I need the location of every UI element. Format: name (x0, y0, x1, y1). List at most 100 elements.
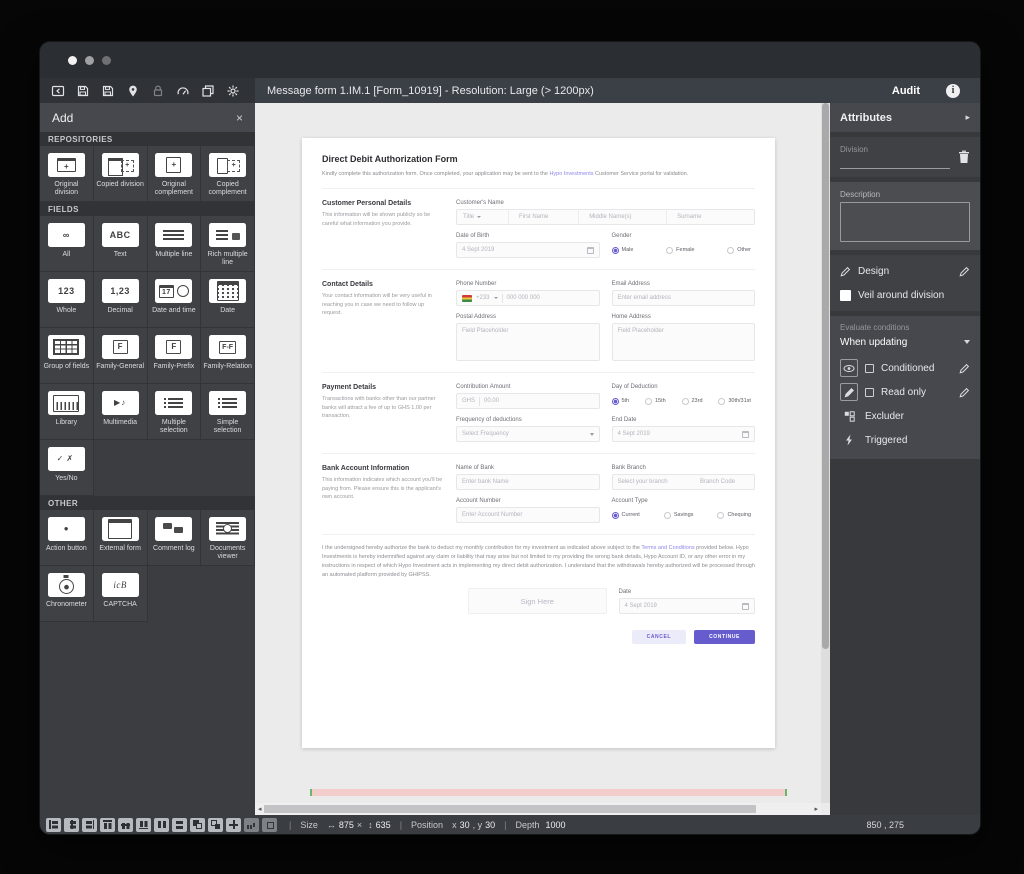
size-width-value[interactable]: 875 (339, 820, 354, 830)
info-icon[interactable]: i (946, 84, 960, 98)
align-bottom-icon[interactable] (136, 818, 151, 832)
align-right-icon[interactable] (82, 818, 97, 832)
radio-15th[interactable]: 15th (645, 398, 666, 405)
readonly-pencil-icon[interactable] (840, 383, 858, 401)
radio-chequing[interactable]: Chequing (717, 512, 751, 519)
tile-chronometer[interactable]: Chronometer (40, 566, 94, 622)
readonly-row[interactable]: Read only (840, 380, 970, 404)
edit-conditioned-icon[interactable] (959, 363, 970, 374)
window-close-button[interactable] (68, 56, 77, 65)
tile-external-form[interactable]: External form (94, 510, 148, 566)
veil-row[interactable]: Veil around division (840, 283, 970, 307)
tile-rich-multiple-line[interactable]: Rich multiple line (201, 216, 255, 272)
home-address-input[interactable]: Field Placeholder (612, 323, 756, 361)
performance-icon[interactable] (173, 81, 192, 100)
conditioned-row[interactable]: Conditioned (840, 356, 970, 380)
description-input[interactable] (840, 202, 970, 242)
edit-design-icon[interactable] (959, 266, 970, 277)
size-height-value[interactable]: 635 (376, 820, 391, 830)
veil-checkbox[interactable] (840, 290, 851, 301)
name-part-3[interactable]: Surname (671, 210, 754, 224)
tile-multiple-line[interactable]: Multiple line (148, 216, 202, 272)
radio-current[interactable]: Current (612, 512, 640, 519)
tile-multiple-selection[interactable]: Multiple selection (148, 384, 202, 440)
audit-button[interactable]: Audit (892, 85, 920, 97)
tile-copied-complement[interactable]: Copied complement (201, 146, 255, 202)
distribute-horizontal-icon[interactable] (154, 818, 169, 832)
triggered-row[interactable]: Triggered (840, 428, 970, 452)
scroll-right-arrow[interactable]: ▸ (814, 806, 818, 813)
edit-readonly-icon[interactable] (959, 387, 970, 398)
bring-to-front-icon[interactable] (190, 818, 205, 832)
continue-button[interactable]: CONTINUE (694, 630, 755, 644)
form-page[interactable]: Direct Debit Authorization Form Kindly c… (302, 138, 775, 748)
align-top-icon[interactable] (100, 818, 115, 832)
duplicate-icon[interactable] (198, 81, 217, 100)
excluder-row[interactable]: Excluder (840, 404, 970, 428)
depth-value[interactable]: 1000 (545, 820, 565, 830)
tile-family-relation[interactable]: F-FFamily-Relation (201, 328, 255, 384)
collapse-panel-icon[interactable]: ▸ (965, 112, 970, 123)
name-part-0[interactable]: Title (457, 210, 509, 224)
tile-multimedia[interactable]: ▶♪Multimedia (94, 384, 148, 440)
save-icon[interactable] (73, 81, 92, 100)
delete-division-icon[interactable] (958, 150, 970, 164)
align-center-icon[interactable] (64, 818, 79, 832)
cancel-button[interactable]: CANCEL (632, 630, 686, 644)
radio-23rd[interactable]: 23rd (682, 398, 703, 405)
vertical-scroll-thumb[interactable] (822, 103, 829, 649)
tile-captcha[interactable]: icBCAPTCHA (94, 566, 148, 622)
tile-library[interactable]: Library (40, 384, 94, 440)
settings-icon[interactable] (223, 81, 242, 100)
window-maximize-button[interactable] (102, 56, 111, 65)
shape-icon[interactable] (262, 818, 277, 832)
tile-decimal[interactable]: 1,23Decimal (94, 272, 148, 328)
design-row[interactable]: Design (840, 259, 970, 283)
email-input[interactable]: Enter email address (612, 290, 756, 306)
radio-5th[interactable]: 5th (612, 398, 630, 405)
send-to-back-icon[interactable] (208, 818, 223, 832)
tile-documents-viewer[interactable]: Documents viewer (201, 510, 255, 566)
chart-icon[interactable] (244, 818, 259, 832)
phone-input[interactable]: +233 000 000 000 (456, 290, 600, 306)
account-number-input[interactable]: Enter Account Number (456, 507, 600, 523)
eye-icon[interactable] (840, 359, 858, 377)
tile-date[interactable]: Date (201, 272, 255, 328)
hypo-investments-link[interactable]: Hypo Investments (549, 171, 593, 177)
radio-30th-31st[interactable]: 30th/31st (718, 398, 751, 405)
window-minimize-button[interactable] (85, 56, 94, 65)
location-icon[interactable] (123, 81, 142, 100)
tile-date-time[interactable]: 17Date and time (148, 272, 202, 328)
position-y-value[interactable]: 30 (485, 820, 495, 830)
position-x-value[interactable]: 30 (460, 820, 470, 830)
postal-address-input[interactable]: Field Placeholder (456, 323, 600, 361)
sign-date-input[interactable]: 4 Sept 2019 (619, 598, 756, 614)
radio-savings[interactable]: Savings (664, 512, 694, 519)
scroll-left-arrow[interactable]: ◂ (258, 806, 262, 813)
horizontal-scrollbar[interactable]: ◂ ▸ (255, 803, 821, 815)
vertical-scrollbar[interactable] (821, 103, 830, 803)
readonly-checkbox[interactable] (865, 388, 874, 397)
tile-original-division[interactable]: Original division (40, 146, 94, 202)
division-input[interactable] (840, 154, 950, 169)
horizontal-scroll-thumb[interactable] (264, 805, 757, 813)
conditioned-checkbox[interactable] (865, 364, 874, 373)
radio-female[interactable]: Female (666, 247, 694, 254)
close-icon[interactable]: × (236, 111, 243, 125)
tile-comment-log[interactable]: Comment log (148, 510, 202, 566)
contribution-amount-input[interactable]: GHS 00.00 (456, 393, 600, 409)
signature-field[interactable]: Sign Here (468, 588, 607, 614)
tile-text[interactable]: ABCText (94, 216, 148, 272)
lock-icon[interactable] (148, 81, 167, 100)
tile-action-button[interactable]: ●Action button (40, 510, 94, 566)
evaluate-conditions-select[interactable]: When updating (840, 332, 970, 352)
snap-to-grid-icon[interactable] (226, 818, 241, 832)
tile-all[interactable]: ∞All (40, 216, 94, 272)
dob-input[interactable]: 4 Sept 2019 (456, 242, 600, 258)
back-icon[interactable] (48, 81, 67, 100)
bank-branch-input[interactable]: Select your branch Branch Code (612, 474, 756, 490)
align-left-icon[interactable] (46, 818, 61, 832)
radio-other[interactable]: Other (727, 247, 751, 254)
align-middle-icon[interactable] (118, 818, 133, 832)
frequency-select[interactable]: Select Frequency (456, 426, 600, 442)
